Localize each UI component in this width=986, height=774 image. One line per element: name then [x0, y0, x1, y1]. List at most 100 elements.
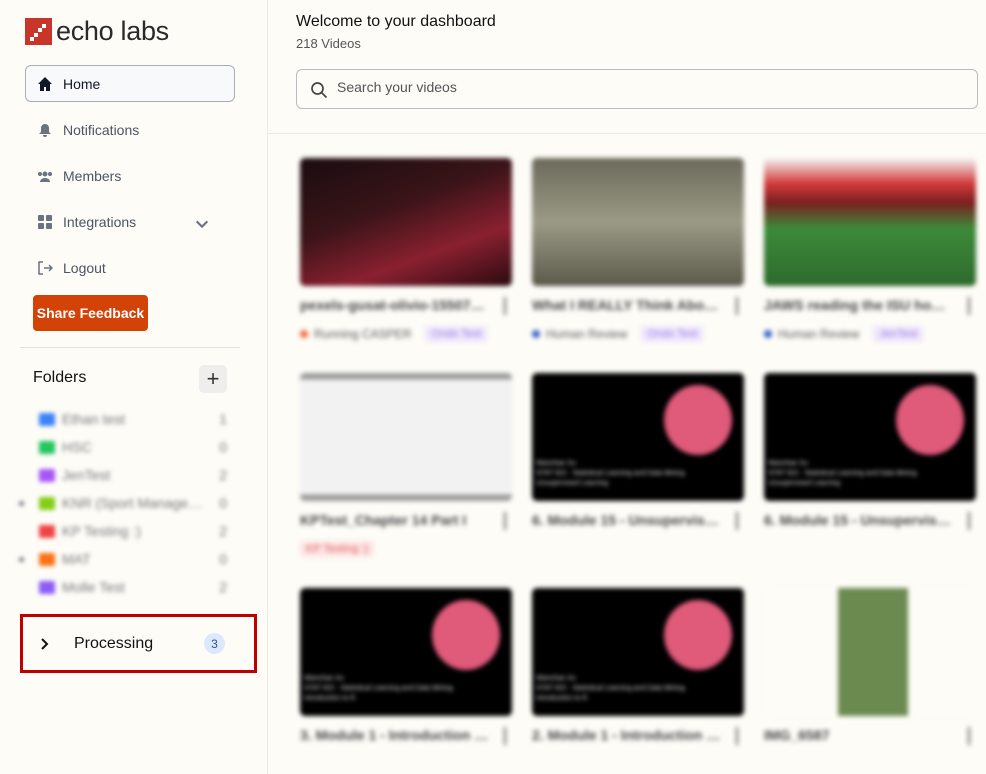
search-input[interactable]	[337, 79, 737, 95]
folder-name: Ethan test	[62, 411, 126, 427]
sidebar-item-notifications[interactable]: Notifications	[25, 111, 235, 148]
sidebar-item-label: Home	[63, 75, 101, 92]
more-options-icon[interactable]	[968, 297, 970, 315]
video-title[interactable]: 2. Module 1 - Introduction to...	[532, 727, 722, 743]
folder-count: 0	[219, 495, 227, 511]
video-card[interactable]: pexels-gusat-olivio-1550782... Running CA…	[300, 158, 512, 342]
university-seal-icon	[432, 600, 500, 670]
more-options-icon[interactable]	[736, 727, 738, 745]
processing-label: Processing	[74, 634, 154, 652]
video-thumbnail[interactable]: Wanchao Xu STAT 502 - Statistical Learni…	[764, 373, 976, 501]
more-options-icon[interactable]	[736, 297, 738, 315]
folder-tag[interactable]: Ondo Test	[425, 326, 488, 342]
video-thumbnail[interactable]	[532, 158, 744, 286]
video-thumbnail[interactable]	[300, 158, 512, 286]
grid-icon	[38, 214, 52, 229]
video-title[interactable]: IMG_6587	[764, 727, 954, 743]
video-thumbnail[interactable]: Wanchao Xu STAT 502 - Statistical Learni…	[532, 373, 744, 501]
video-card[interactable]: IMG_6587	[764, 588, 976, 745]
brand-name: echo labs	[56, 16, 169, 46]
sidebar-item-members[interactable]: Members	[25, 157, 235, 194]
processing-section[interactable]: Processing 3	[20, 614, 257, 673]
sidebar-item-integrations[interactable]: Integrations	[25, 203, 235, 240]
more-options-icon[interactable]	[736, 512, 738, 530]
video-count: 218 Videos	[296, 36, 361, 51]
video-title[interactable]: 3. Module 1 - Introduction to...	[300, 727, 490, 743]
more-options-icon[interactable]	[504, 727, 506, 745]
search-bar	[296, 69, 978, 109]
sidebar-item-label: Members	[63, 167, 122, 184]
video-title[interactable]: 6. Module 15 - Unsupervised...	[764, 512, 954, 528]
logo-mark-icon	[25, 18, 52, 45]
video-meta: Human Review Ondo Test	[532, 326, 704, 342]
status-dot-icon	[532, 330, 540, 338]
university-seal-icon	[896, 385, 964, 455]
logo[interactable]: echo labs	[25, 16, 169, 47]
folder-icon	[39, 552, 55, 566]
video-title[interactable]: JAWS reading the ISU home page	[764, 297, 954, 313]
folder-tag[interactable]: JenTest	[873, 326, 924, 342]
status-text: Running CASPER	[314, 327, 412, 341]
add-folder-button[interactable]: +	[199, 365, 227, 393]
video-thumbnail[interactable]	[764, 588, 976, 716]
video-card[interactable]: Wanchao Xu STAT 502 - Statistical Learni…	[532, 373, 744, 530]
video-card[interactable]: What I REALLY Think About... Human Review…	[532, 158, 744, 342]
folder-item[interactable]: JenTest 2	[18, 461, 233, 489]
expand-dot-icon[interactable]	[19, 500, 24, 506]
folder-count: 2	[219, 467, 227, 483]
chevron-right-icon[interactable]	[39, 638, 51, 650]
more-options-icon[interactable]	[968, 727, 970, 745]
chevron-down-icon[interactable]	[194, 216, 210, 232]
more-options-icon[interactable]	[504, 297, 506, 315]
folder-icon	[39, 524, 55, 538]
folder-count: 0	[219, 439, 227, 455]
sidebar: echo labs Home Notifications Members Int…	[0, 0, 268, 774]
sidebar-item-logout[interactable]: Logout	[25, 249, 235, 286]
folder-name: JenTest	[62, 467, 111, 483]
sidebar-item-home[interactable]: Home	[25, 65, 235, 102]
video-thumbnail[interactable]	[764, 158, 976, 286]
video-title[interactable]: 6. Module 15 - Unsupervised...	[532, 512, 722, 528]
expand-dot-icon[interactable]	[19, 556, 24, 562]
video-card[interactable]: Wanchao Xu STAT 502 - Statistical Learni…	[532, 588, 744, 745]
folder-item[interactable]: HSC 0	[18, 433, 233, 461]
video-thumbnail[interactable]: Wanchao Xu STAT 502 - Statistical Learni…	[300, 588, 512, 716]
video-title[interactable]: KPTest_Chapter 14 Part I	[300, 512, 490, 528]
folder-tag[interactable]: KP Testing :)	[300, 541, 374, 557]
video-card[interactable]: JAWS reading the ISU home page Human Revi…	[764, 158, 976, 342]
page-title: Welcome to your dashboard	[296, 13, 496, 30]
folder-item[interactable]: Ethan test 1	[18, 405, 233, 433]
video-thumbnail[interactable]: Wanchao Xu STAT 502 - Statistical Learni…	[532, 588, 744, 716]
divider	[20, 347, 240, 348]
sidebar-item-label: Integrations	[63, 213, 137, 230]
folder-item[interactable]: Molle Test 2	[18, 573, 233, 601]
folder-item[interactable]: MAT 0	[18, 545, 233, 573]
share-feedback-button[interactable]: Share Feedback	[33, 295, 148, 331]
video-card[interactable]: KPTest_Chapter 14 Part I KP Testing :)	[300, 373, 512, 557]
folder-item[interactable]: KP Testing :) 2	[18, 517, 233, 545]
folder-icon	[39, 496, 55, 510]
sidebar-item-label: Notifications	[63, 121, 140, 138]
users-icon	[38, 171, 52, 182]
page-header: Welcome to your dashboard 218 Videos	[268, 0, 986, 134]
folder-count: 0	[219, 551, 227, 567]
folder-name: KNR (Sport Management)	[62, 495, 212, 511]
video-meta: Human Review JenTest	[764, 326, 924, 342]
video-title[interactable]: What I REALLY Think About...	[532, 297, 722, 313]
status-dot-icon	[300, 330, 308, 338]
video-title[interactable]: pexels-gusat-olivio-1550782...	[300, 297, 490, 313]
status-dot-icon	[764, 330, 772, 338]
more-options-icon[interactable]	[504, 512, 506, 530]
folder-tag[interactable]: Ondo Test	[641, 326, 704, 342]
video-thumbnail[interactable]	[300, 373, 512, 501]
status-text: Human Review	[546, 327, 628, 341]
folder-name: KP Testing :)	[62, 523, 141, 539]
more-options-icon[interactable]	[968, 512, 970, 530]
sidebar-nav: Home Notifications Members Integrations …	[25, 65, 235, 295]
video-meta: Running CASPER Ondo Test	[300, 326, 488, 342]
video-card[interactable]: Wanchao Xu STAT 502 - Statistical Learni…	[764, 373, 976, 530]
folder-item[interactable]: KNR (Sport Management) 0	[18, 489, 233, 517]
folder-name: Molle Test	[62, 579, 125, 595]
folder-list: Ethan test 1 HSC 0 JenTest 2 KNR (Sport Manage…	[18, 405, 233, 601]
video-card[interactable]: Wanchao Xu STAT 502 - Statistical Learni…	[300, 588, 512, 745]
